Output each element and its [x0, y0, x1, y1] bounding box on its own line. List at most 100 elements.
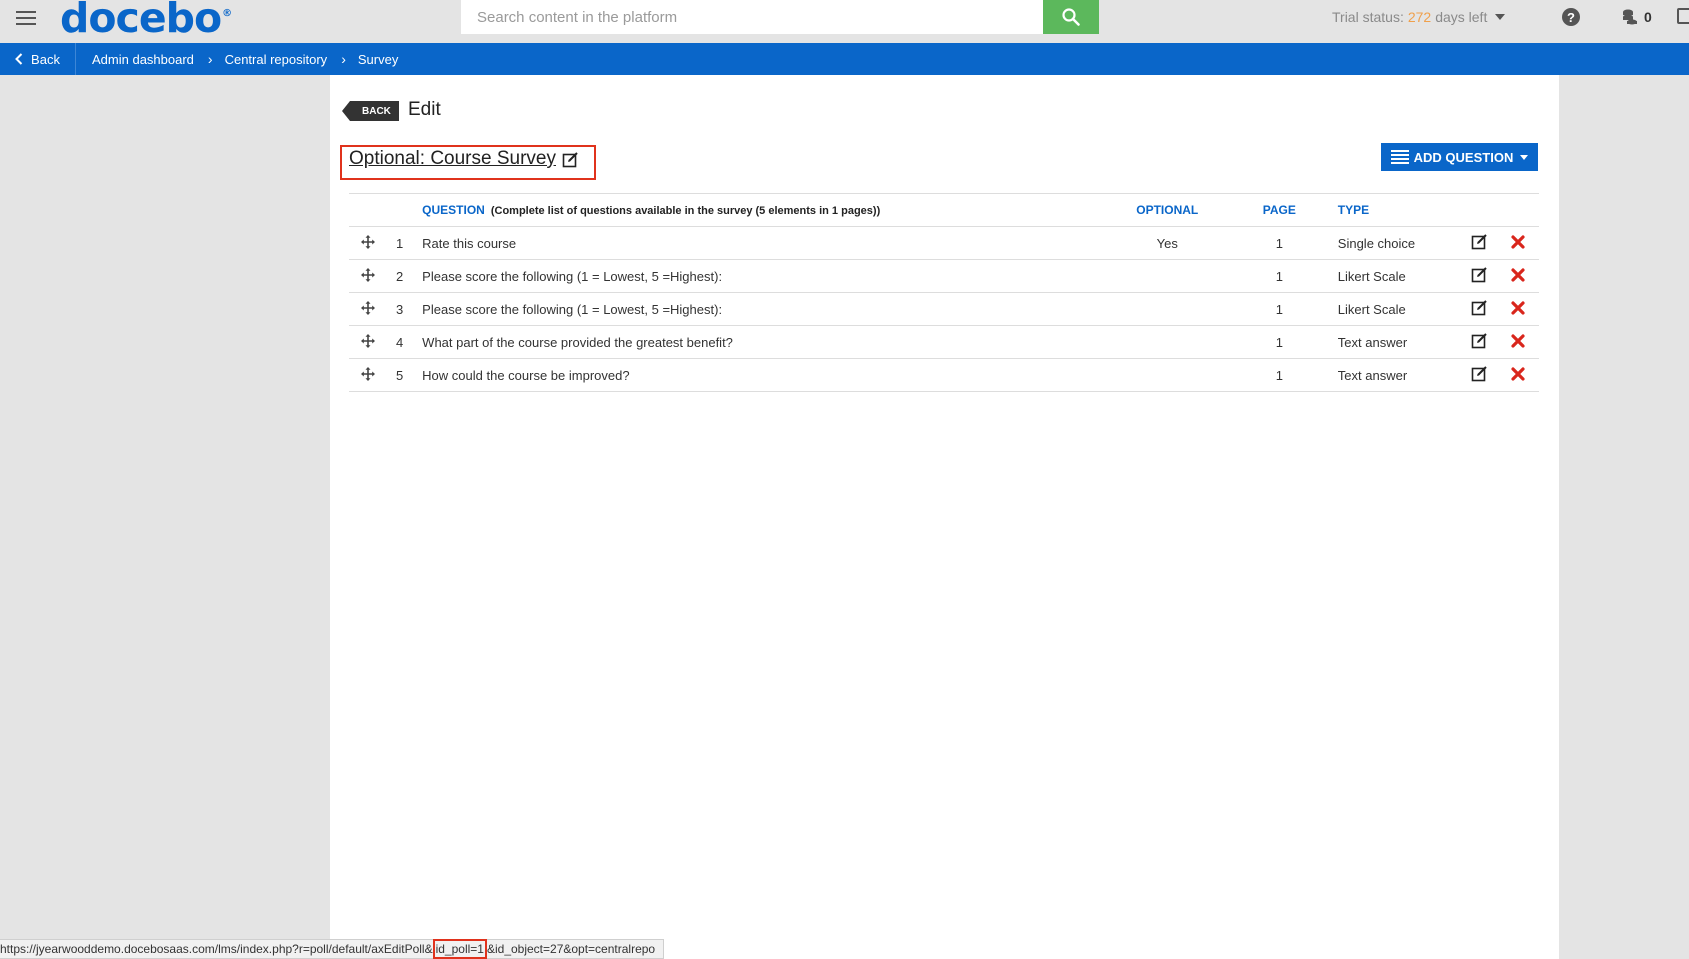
coins-count: 0 [1644, 9, 1652, 25]
question-type: Likert Scale [1337, 268, 1406, 284]
url-highlight: id_poll=1 [432, 939, 487, 959]
move-icon [360, 234, 376, 253]
header-page[interactable]: PAGE [1229, 194, 1330, 227]
question-text: Please score the following (1 = Lowest, … [422, 301, 723, 317]
help-icon[interactable]: ? [1562, 8, 1580, 26]
header-edit [1463, 194, 1496, 227]
status-bar-url: https://jyearwooddemo.docebosaas.com/lms… [0, 939, 665, 959]
edit-icon [562, 151, 578, 167]
question-text: What part of the course provided the gre… [422, 334, 733, 350]
drag-handle[interactable] [349, 293, 386, 326]
question-number: 5 [396, 367, 404, 383]
question-page: 1 [1275, 301, 1283, 317]
question-page: 1 [1275, 268, 1283, 284]
delete-icon [1511, 267, 1525, 285]
breadcrumb-separator: › [207, 51, 213, 67]
question-type: Single choice [1337, 235, 1416, 251]
breadcrumb-admin-dashboard[interactable]: Admin dashboard [92, 52, 194, 67]
delete-question-button[interactable] [1496, 260, 1539, 293]
table-row: 3 Please score the following (1 = Lowest,… [349, 293, 1539, 326]
question-number: 3 [396, 301, 404, 317]
edit-question-button[interactable] [1463, 326, 1496, 359]
edit-icon [1471, 234, 1488, 253]
trial-suffix: days left [1435, 9, 1488, 25]
trial-status-dropdown[interactable]: Trial status: 272 days left [1332, 9, 1506, 25]
header-question[interactable]: QUESTION (Complete list of questions avai… [422, 194, 1106, 227]
drag-handle[interactable] [349, 260, 386, 293]
breadcrumb-back-button[interactable]: Back [0, 43, 76, 75]
trial-prefix: Trial status: [1332, 9, 1404, 25]
delete-question-button[interactable] [1496, 227, 1539, 260]
breadcrumb-back-label: Back [31, 51, 60, 67]
chevron-down-icon [1520, 154, 1529, 160]
notifications-icon[interactable] [1677, 8, 1689, 24]
edit-icon [1471, 267, 1488, 286]
move-icon [360, 300, 376, 319]
question-text: Rate this course [422, 235, 517, 251]
question-page: 1 [1275, 235, 1283, 251]
delete-question-button[interactable] [1496, 293, 1539, 326]
header-number [386, 194, 422, 227]
search-icon [1062, 8, 1080, 26]
page-title: Edit [408, 99, 441, 120]
header-type[interactable]: TYPE [1330, 194, 1463, 227]
table-header-row: QUESTION (Complete list of questions avai… [349, 193, 1539, 227]
back-tag-button[interactable]: BACK [342, 101, 399, 121]
table-row: 5 How could the course be improved? 1 Text … [349, 359, 1539, 392]
add-question-button[interactable]: ADD QUESTION [1381, 143, 1538, 171]
delete-question-button[interactable] [1496, 326, 1539, 359]
breadcrumb: Back Admin dashboard › Central repositor… [0, 43, 1689, 75]
header-question-note: (Complete list of questions available in… [490, 205, 881, 217]
table-row: 2 Please score the following (1 = Lowest,… [349, 260, 1539, 293]
breadcrumb-trail: Admin dashboard › Central repository › S… [92, 43, 398, 75]
search-button[interactable] [1043, 0, 1099, 34]
edit-question-button[interactable] [1463, 260, 1496, 293]
questions-body: 1 Rate this course Yes 1 Single choice 2 Pleas… [349, 227, 1539, 392]
table-row: 4 What part of the course provided the gr… [349, 326, 1539, 359]
question-text: Please score the following (1 = Lowest, … [422, 268, 723, 284]
edit-question-button[interactable] [1463, 227, 1496, 260]
table-row: 1 Rate this course Yes 1 Single choice [349, 227, 1539, 260]
delete-icon [1511, 333, 1525, 351]
chevron-down-icon [1495, 14, 1506, 20]
trial-days: 272 [1407, 9, 1432, 25]
edit-icon [1471, 333, 1488, 352]
edit-icon [1471, 366, 1488, 385]
question-number: 4 [396, 334, 404, 350]
question-optional [1106, 293, 1229, 326]
delete-icon [1511, 300, 1525, 318]
question-optional [1106, 326, 1229, 359]
delete-question-button[interactable] [1496, 359, 1539, 392]
drag-handle[interactable] [349, 359, 386, 392]
move-icon [360, 267, 376, 286]
breadcrumb-survey: Survey [357, 51, 399, 67]
edit-question-button[interactable] [1463, 359, 1496, 392]
edit-icon [1471, 300, 1488, 319]
header-optional[interactable]: OPTIONAL [1106, 194, 1229, 227]
edit-question-button[interactable] [1463, 293, 1496, 326]
drag-handle[interactable] [349, 326, 386, 359]
menu-icon[interactable] [16, 11, 36, 27]
question-page: 1 [1275, 367, 1283, 383]
delete-icon [1511, 366, 1525, 384]
main-panel: BACK Edit Optional: Course Survey ADD QU… [330, 75, 1559, 959]
question-page: 1 [1275, 334, 1283, 350]
delete-icon [1511, 234, 1525, 252]
move-icon [360, 333, 376, 352]
docebo-logo[interactable]: docebo® [60, 0, 232, 42]
coins-icon [1623, 9, 1637, 25]
search-input[interactable] [461, 0, 1044, 34]
questions-table: QUESTION (Complete list of questions avai… [349, 193, 1539, 392]
top-header: docebo® Trial status: 272 days left ? 0 [0, 0, 1689, 43]
breadcrumb-central-repository[interactable]: Central repository [225, 52, 328, 67]
header-drag [349, 194, 386, 227]
breadcrumb-separator: › [341, 51, 346, 67]
question-optional: Yes [1156, 235, 1178, 251]
drag-handle[interactable] [349, 227, 386, 260]
coins-counter[interactable]: 0 [1622, 8, 1652, 26]
question-optional [1106, 260, 1229, 293]
url-prefix: https://jyearwooddemo.docebosaas.com/lms… [0, 942, 433, 956]
question-type: Text answer [1337, 367, 1408, 383]
question-text: How could the course be improved? [422, 367, 630, 383]
survey-title-link[interactable]: Optional: Course Survey [349, 148, 579, 170]
